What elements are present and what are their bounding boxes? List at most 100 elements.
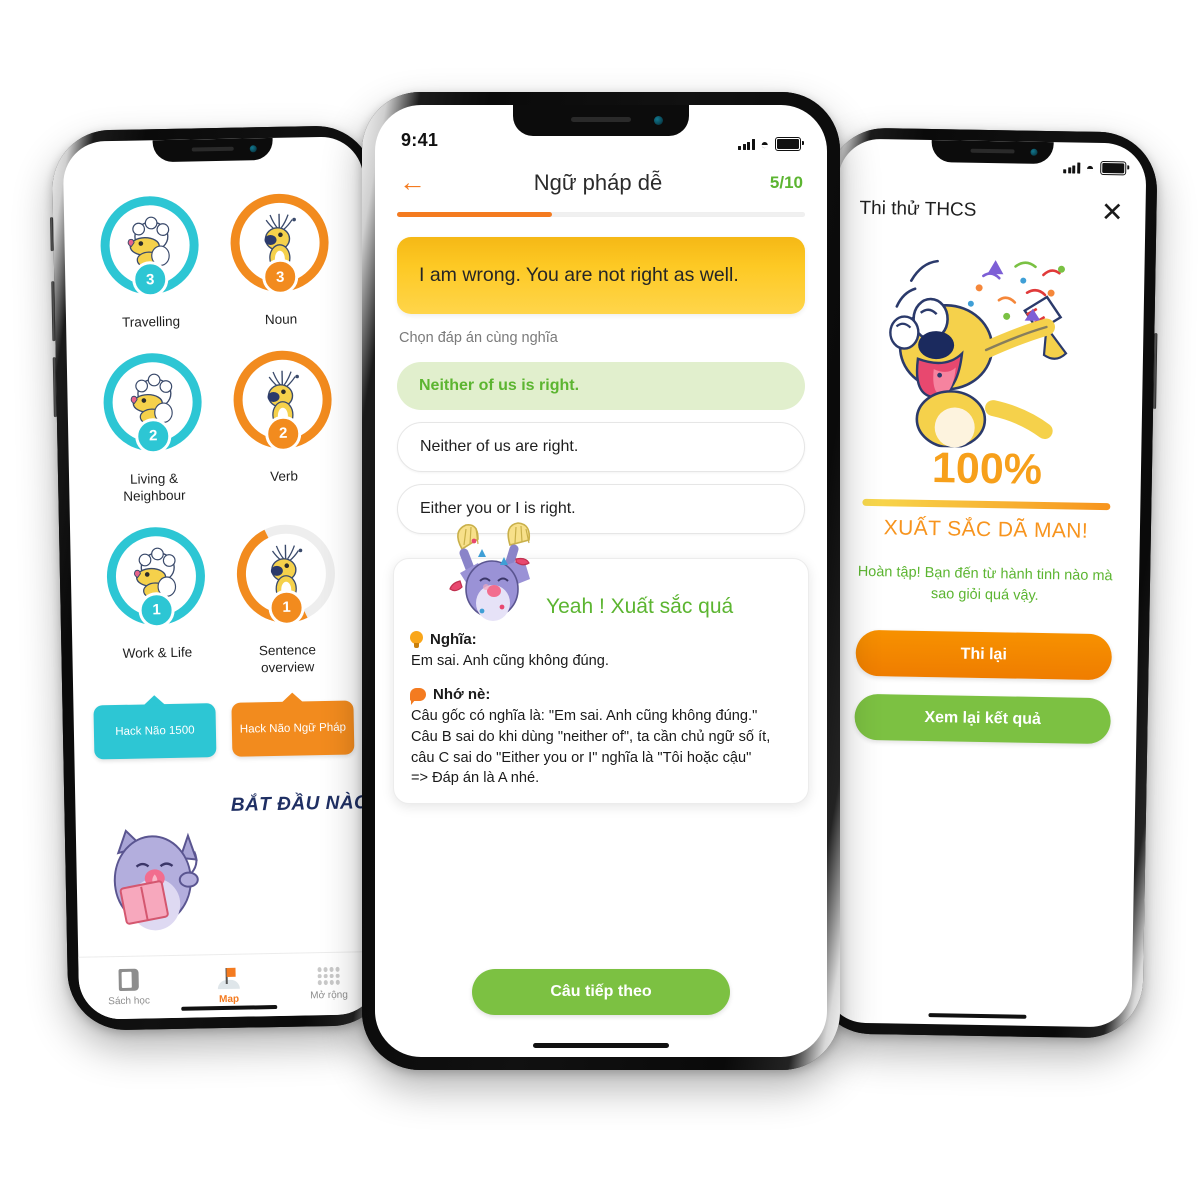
home-indicator[interactable] — [928, 1013, 1027, 1019]
status-icons: ◓ — [1063, 159, 1127, 176]
left-phone-device: 3 Travelling 3 Noun 2 Living & Neighbour… — [50, 124, 391, 1032]
question-counter: 5/10 — [769, 172, 803, 192]
earpiece-speaker — [571, 117, 631, 122]
home-indicator[interactable] — [533, 1043, 669, 1048]
tab-label: Map — [218, 993, 240, 1006]
question-header: ← Ngữ pháp dễ 5/10 — [375, 155, 827, 202]
lesson-label: Noun — [264, 311, 298, 328]
cellular-signal-icon — [1063, 162, 1080, 174]
center-phone-screen: 9:41 ◓ ← Ngữ pháp dễ 5/10 I am wrong. Yo… — [375, 105, 827, 1057]
lesson-label: Work & Life — [122, 644, 193, 661]
feedback-zone: Yeah ! Xuất sắc quá Nghĩa: Em sai. Anh c… — [393, 522, 809, 804]
front-camera — [654, 116, 663, 125]
wifi-icon: ◓ — [1085, 159, 1095, 176]
lesson-map-scroll[interactable]: 3 Travelling 3 Noun 2 Living & Neighbour… — [63, 136, 380, 1020]
grid-dots-icon — [317, 966, 340, 986]
front-camera — [1030, 148, 1038, 156]
result-message: Hoàn tập! Bạn đến từ hành tinh nào mà sa… — [857, 563, 1113, 604]
lesson-label: Living & Neighbour — [123, 470, 186, 504]
lesson-ring: 1 — [223, 511, 349, 636]
wifi-icon: ◓ — [760, 136, 769, 152]
cellular-signal-icon — [738, 138, 755, 150]
answer-option-a[interactable]: Neither of us is right. — [397, 362, 805, 411]
front-camera — [249, 145, 257, 153]
tab-map[interactable]: Map — [178, 966, 279, 1006]
lesson-node[interactable]: 2 Living & Neighbour — [87, 352, 220, 506]
progress-bar — [397, 212, 805, 217]
lesson-node[interactable]: 2 Verb — [217, 349, 350, 503]
right-phone-screen: ◓ Thi thử THCS ✕ 100% XUẤT SẮC DÃ MAN! H… — [823, 138, 1147, 1028]
score-progress-bar — [862, 498, 1111, 511]
feedback-label-text: Nghĩa: — [430, 631, 477, 649]
result-title: Thi thử THCS — [859, 197, 977, 221]
progress-bar-fill — [397, 212, 553, 217]
notch — [152, 137, 273, 163]
retry-button[interactable]: Thi lại — [855, 629, 1113, 681]
map-flag-icon — [217, 967, 240, 990]
course-pill-hack-nao-ngu-phap[interactable]: Hack Não Ngữ Pháp — [231, 700, 355, 758]
lesson-label: Verb — [270, 468, 299, 484]
party-dog-mascot-icon — [872, 228, 1106, 450]
question-prompt-card: I am wrong. You are not right as well. — [397, 237, 805, 315]
lesson-count-badge: 1 — [138, 591, 175, 629]
notch — [513, 105, 689, 136]
result-buttons: Thi lại Xem lại kết quả — [828, 629, 1138, 745]
feedback-section-label: Nhớ nè: — [410, 686, 792, 706]
lesson-ring: 2 — [102, 352, 203, 455]
celebrating-cat-mascot-icon — [444, 519, 540, 623]
earpiece-speaker — [970, 148, 1015, 154]
page-title: Ngữ pháp dễ — [533, 169, 663, 195]
start-banner: BẮT ĐẦU NÀO — [75, 788, 378, 944]
feedback-section-body: Em sai. Anh cũng không đúng. — [411, 653, 609, 670]
course-pill-row: Hack Não 1500 Hack Não Ngữ Pháp — [73, 674, 374, 760]
battery-icon — [775, 137, 804, 151]
answer-option-b[interactable]: Neither of us are right. — [397, 422, 805, 473]
tab-label: Mở rộng — [310, 989, 348, 1002]
feedback-section-note: Nhớ nè: Câu gốc có nghĩa là: "Em sai. An… — [410, 686, 792, 789]
mute-switch[interactable] — [50, 217, 54, 252]
instruction-text: Chọn đáp án cùng nghĩa — [399, 330, 558, 347]
feedback-section-body: Câu gốc có nghĩa là: "Em sai. Anh cũng k… — [411, 708, 771, 787]
power-button[interactable] — [1153, 332, 1158, 409]
lesson-label: Sentence overview — [258, 641, 317, 675]
lesson-node[interactable]: 1 Sentence overview — [220, 511, 353, 677]
lesson-node-grid: 3 Travelling 3 Noun 2 Living & Neighbour… — [63, 178, 372, 680]
center-phone-device: 9:41 ◓ ← Ngữ pháp dễ 5/10 I am wrong. Yo… — [362, 92, 840, 1070]
notch — [931, 140, 1054, 165]
close-icon[interactable]: ✕ — [1101, 197, 1124, 227]
review-results-button[interactable]: Xem lại kết quả — [854, 693, 1112, 745]
grade-label: XUẤT SẮC DÃ MAN! — [883, 516, 1089, 543]
tab-sach-hoc[interactable]: Sách học — [78, 968, 179, 1008]
lesson-count-badge: 2 — [264, 415, 302, 452]
lesson-count-badge: 3 — [261, 258, 299, 296]
feedback-section-meaning: Nghĩa: Em sai. Anh cũng không đúng. — [410, 631, 792, 672]
lesson-count-badge: 3 — [131, 260, 169, 298]
answer-options: Neither of us is right. Neither of us ar… — [397, 362, 805, 535]
left-phone-screen: 3 Travelling 3 Noun 2 Living & Neighbour… — [62, 136, 380, 1020]
right-phone-device: ◓ Thi thử THCS ✕ 100% XUẤT SẮC DÃ MAN! H… — [812, 127, 1158, 1039]
status-time: 9:41 — [401, 130, 439, 150]
earpiece-speaker — [191, 146, 234, 152]
lesson-count-badge: 2 — [134, 417, 172, 455]
battery-icon — [1100, 160, 1127, 176]
feedback-title: Yeah ! Xuất sắc quá — [546, 595, 734, 619]
lesson-ring: 3 — [229, 192, 330, 296]
lesson-node[interactable]: 1 Work & Life — [90, 525, 223, 680]
lesson-node[interactable]: 3 Travelling — [84, 195, 217, 332]
start-banner-title: BẮT ĐẦU NÀO — [230, 792, 370, 817]
lesson-ring: 1 — [106, 525, 206, 629]
lesson-node[interactable]: 3 Noun — [214, 192, 347, 330]
back-arrow-icon[interactable]: ← — [399, 169, 426, 196]
feedback-header: Yeah ! Xuất sắc quá — [410, 519, 792, 623]
status-icons: ◓ — [738, 136, 804, 152]
tab-label: Sách học — [108, 995, 151, 1008]
lesson-ring: 3 — [99, 195, 200, 298]
speech-bubble-icon — [410, 688, 426, 706]
lightbulb-icon — [410, 631, 423, 649]
course-pill-hack-nao-1500[interactable]: Hack Não 1500 — [93, 703, 217, 760]
book-icon — [118, 968, 139, 992]
score-percent: 100% — [931, 444, 1043, 494]
lesson-ring: 2 — [232, 349, 333, 452]
feedback-label-text: Nhớ nè: — [433, 686, 491, 704]
next-question-button[interactable]: Câu tiếp theo — [472, 969, 730, 1015]
